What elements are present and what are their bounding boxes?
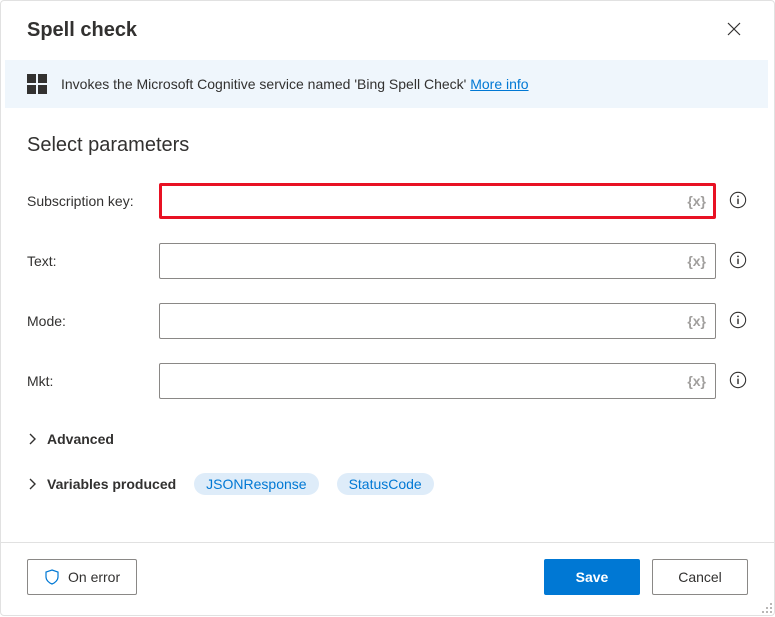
- cancel-button[interactable]: Cancel: [652, 559, 748, 595]
- variables-produced-toggle[interactable]: Variables produced JSONResponse StatusCo…: [27, 465, 748, 503]
- close-icon: [726, 21, 742, 40]
- dialog-body: Select parameters Subscription key: {x} …: [1, 108, 774, 542]
- info-banner: Invokes the Microsoft Cognitive service …: [5, 60, 768, 108]
- close-button[interactable]: [720, 15, 748, 46]
- spell-check-dialog: Spell check Invokes the Microsoft Cognit…: [0, 0, 775, 616]
- chevron-right-icon: [27, 433, 39, 445]
- on-error-label: On error: [68, 569, 120, 585]
- text-info-button[interactable]: [728, 251, 748, 271]
- resize-handle[interactable]: [759, 600, 773, 614]
- windows-icon: [27, 74, 47, 94]
- info-icon: [729, 311, 747, 332]
- mkt-label: Mkt:: [27, 373, 155, 389]
- variable-chip-status-code[interactable]: StatusCode: [337, 473, 434, 495]
- param-row-mode: Mode: {x}: [27, 303, 748, 339]
- variables-produced-label: Variables produced: [47, 476, 176, 492]
- subscription-key-input[interactable]: [159, 183, 716, 219]
- on-error-button[interactable]: On error: [27, 559, 137, 595]
- subscription-key-info-button[interactable]: [728, 191, 748, 211]
- param-row-mkt: Mkt: {x}: [27, 363, 748, 399]
- shield-icon: [44, 569, 60, 585]
- variable-chip-json-response[interactable]: JSONResponse: [194, 473, 318, 495]
- section-title: Select parameters: [27, 134, 748, 157]
- mode-label: Mode:: [27, 313, 155, 329]
- dialog-footer: On error Save Cancel: [1, 542, 774, 615]
- param-row-subscription-key: Subscription key: {x}: [27, 183, 748, 219]
- mode-input[interactable]: [159, 303, 716, 339]
- dialog-header: Spell check: [1, 1, 774, 60]
- mkt-input[interactable]: [159, 363, 716, 399]
- more-info-link[interactable]: More info: [470, 76, 528, 92]
- banner-text: Invokes the Microsoft Cognitive service …: [61, 76, 529, 92]
- text-input-wrap: {x}: [159, 243, 716, 279]
- mode-info-button[interactable]: [728, 311, 748, 331]
- info-icon: [729, 371, 747, 392]
- subscription-key-label: Subscription key:: [27, 193, 155, 209]
- advanced-label: Advanced: [47, 431, 114, 447]
- banner-description: Invokes the Microsoft Cognitive service …: [61, 76, 470, 92]
- mkt-input-wrap: {x}: [159, 363, 716, 399]
- text-label: Text:: [27, 253, 155, 269]
- info-icon: [729, 191, 747, 212]
- text-input[interactable]: [159, 243, 716, 279]
- save-button[interactable]: Save: [544, 559, 640, 595]
- mode-input-wrap: {x}: [159, 303, 716, 339]
- mkt-info-button[interactable]: [728, 371, 748, 391]
- dialog-title: Spell check: [27, 19, 137, 42]
- param-row-text: Text: {x}: [27, 243, 748, 279]
- footer-actions: Save Cancel: [544, 559, 748, 595]
- info-icon: [729, 251, 747, 272]
- chevron-right-icon: [27, 478, 39, 490]
- subscription-key-input-wrap: {x}: [159, 183, 716, 219]
- advanced-toggle[interactable]: Advanced: [27, 423, 748, 455]
